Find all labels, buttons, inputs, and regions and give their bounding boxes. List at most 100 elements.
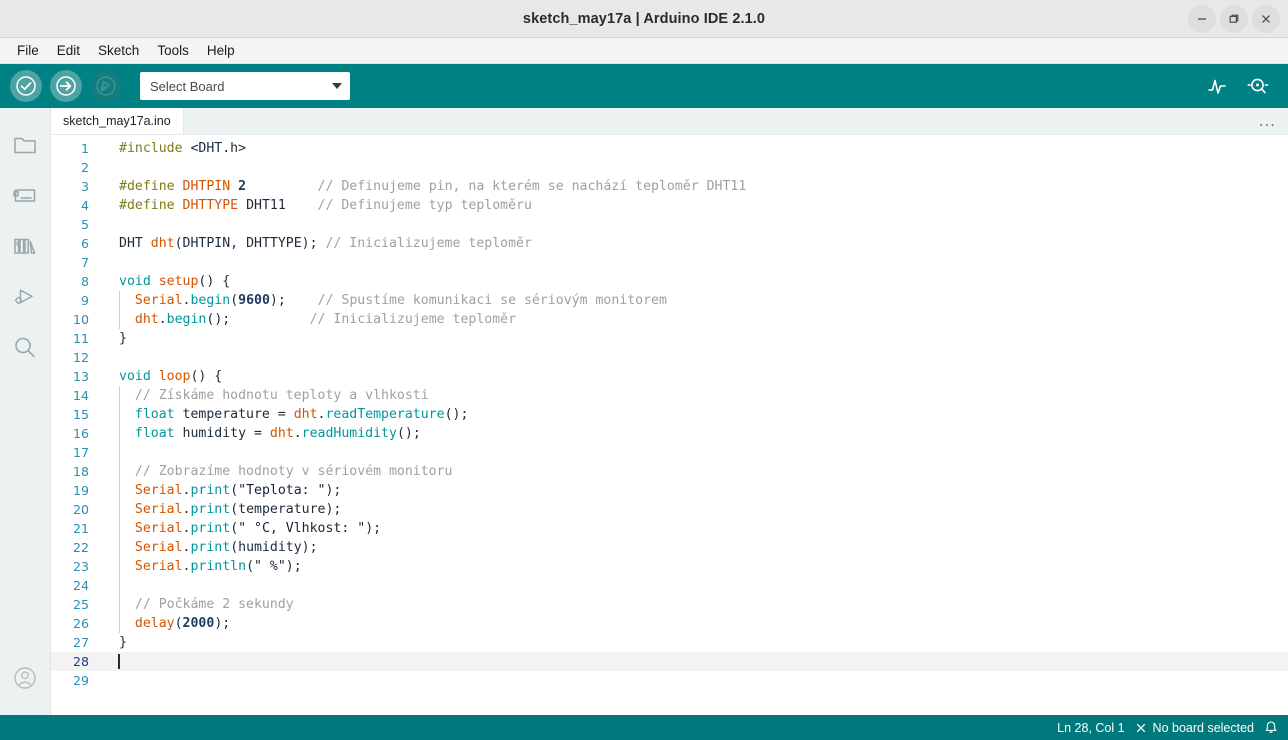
code-line[interactable]: 4 #define DHTTYPE DHT11 // Definujeme typ…: [51, 196, 1288, 215]
board-status-label: No board selected: [1152, 720, 1254, 735]
code-line-text: // Počkáme 2 sekundy: [99, 597, 1288, 612]
menu-item-tools[interactable]: Tools: [148, 40, 198, 62]
code-line[interactable]: 3 #define DHTPIN 2 // Definujeme pin, na …: [51, 177, 1288, 196]
code-line[interactable]: 10 dht.begin(); // Inicializujeme teplom…: [51, 310, 1288, 329]
code-line[interactable]: 13 void loop() {: [51, 367, 1288, 386]
code-token: temperature: [238, 502, 326, 517]
editor-overflow-menu-button[interactable]: ...: [1247, 108, 1288, 134]
code-token: (: [230, 502, 239, 517]
code-line[interactable]: 18 // Zobrazíme hodnoty v sériovém monit…: [51, 462, 1288, 481]
code-token: (: [246, 559, 255, 574]
code-line[interactable]: 22 Serial.print(humidity);: [51, 538, 1288, 557]
maximize-button[interactable]: [1220, 4, 1248, 33]
sidebar-item-sketchbook[interactable]: [0, 118, 51, 169]
code-line-text: Serial.println(" %");: [99, 559, 1288, 574]
title-bar: sketch_may17a | Arduino IDE 2.1.0: [0, 0, 1288, 38]
code-token: #define: [119, 198, 175, 213]
code-token: (: [230, 521, 239, 536]
editor-tab-sketch[interactable]: sketch_may17a.ino: [51, 108, 184, 134]
code-line[interactable]: 7: [51, 253, 1288, 272]
menu-item-sketch[interactable]: Sketch: [89, 40, 148, 62]
code-line[interactable]: 1 #include <DHT.h>: [51, 139, 1288, 158]
line-number: 29: [72, 673, 89, 688]
code-token: Serial: [134, 293, 183, 308]
waveform-icon: [1208, 79, 1226, 94]
code-line[interactable]: 9 Serial.begin(9600); // Spustíme komuni…: [51, 291, 1288, 310]
board-status-indicator[interactable]: No board selected: [1135, 721, 1254, 735]
upload-button[interactable]: [50, 70, 82, 102]
code-line[interactable]: 5: [51, 215, 1288, 234]
code-token: () {: [198, 274, 231, 289]
code-token: );: [285, 559, 302, 574]
code-token: float: [134, 426, 175, 441]
line-number: 25: [72, 597, 89, 612]
sidebar-item-debug[interactable]: [0, 271, 51, 322]
code-token: );: [301, 236, 326, 251]
code-line[interactable]: 15 float temperature = dht.readTemperatu…: [51, 405, 1288, 424]
menu-item-edit[interactable]: Edit: [48, 40, 89, 62]
code-token: // Inicializujeme teploměr: [309, 312, 517, 327]
code-line-text: void setup() {: [99, 274, 1288, 289]
notifications-button[interactable]: [1264, 720, 1278, 735]
code-editor[interactable]: 1 #include <DHT.h> 2 3 #define DHTPIN 2 // D…: [51, 135, 1288, 715]
text-cursor: [118, 653, 120, 669]
board-selector[interactable]: Select Board: [140, 72, 350, 100]
code-line[interactable]: 26 delay(2000);: [51, 614, 1288, 633]
line-number: 12: [72, 350, 89, 365]
code-line[interactable]: 12: [51, 348, 1288, 367]
code-line[interactable]: 8 void setup() {: [51, 272, 1288, 291]
close-icon: [1262, 14, 1270, 23]
arrow-right-icon: [56, 76, 76, 96]
verify-button[interactable]: [10, 70, 42, 102]
code-line[interactable]: 14 // Získáme hodnotu teploty a vlhkosti: [51, 386, 1288, 405]
code-line[interactable]: 2: [51, 158, 1288, 177]
minimize-button[interactable]: [1188, 4, 1216, 33]
close-button[interactable]: [1252, 4, 1280, 33]
code-line[interactable]: 25 // Počkáme 2 sekundy: [51, 595, 1288, 614]
code-line[interactable]: 23 Serial.println(" %");: [51, 557, 1288, 576]
editor-tab-label: sketch_may17a.ino: [63, 114, 171, 128]
code-line[interactable]: 16 float humidity = dht.readHumidity();: [51, 424, 1288, 443]
code-line[interactable]: 20 Serial.print(temperature);: [51, 500, 1288, 519]
menu-bar: File Edit Sketch Tools Help: [0, 38, 1288, 64]
code-line[interactable]: 27}: [51, 633, 1288, 652]
code-line[interactable]: 17: [51, 443, 1288, 462]
line-number: 5: [80, 217, 89, 232]
window-controls: [1188, 4, 1288, 33]
sidebar-item-library-manager[interactable]: [0, 220, 51, 271]
line-number: 13: [72, 369, 89, 384]
code-token: dht: [134, 312, 159, 327]
code-token: <DHT.h>: [190, 141, 247, 156]
serial-plotter-button[interactable]: [1206, 75, 1228, 97]
menu-item-file[interactable]: File: [8, 40, 48, 62]
sidebar-item-boards-manager[interactable]: [0, 169, 51, 220]
code-line-text: #define DHTPIN 2 // Definujeme pin, na k…: [99, 179, 1288, 194]
code-line[interactable]: 29: [51, 671, 1288, 690]
editor-column: sketch_may17a.ino ... 1 #include <DHT.h> 2…: [51, 108, 1288, 715]
code-line[interactable]: 19 Serial.print("Teplota: ");: [51, 481, 1288, 500]
sidebar-item-search[interactable]: [0, 322, 51, 373]
line-number: 6: [80, 236, 89, 251]
code-token: );: [214, 616, 231, 631]
debug-button[interactable]: [90, 70, 122, 102]
code-line[interactable]: 21 Serial.print(" °C, Vlhkost: ");: [51, 519, 1288, 538]
code-token: (: [230, 483, 239, 498]
code-line[interactable]: 11}: [51, 329, 1288, 348]
window-title: sketch_may17a | Arduino IDE 2.1.0: [522, 10, 766, 27]
code-token: // Zobrazíme hodnoty v sériovém monitoru: [134, 464, 453, 479]
code-token: "Teplota: ": [238, 483, 326, 498]
code-line[interactable]: 6 DHT dht(DHTPIN, DHTTYPE); // Inicializu…: [51, 234, 1288, 253]
toolbar-right-actions: [1206, 75, 1278, 97]
serial-monitor-button[interactable]: [1246, 75, 1270, 97]
menu-item-help[interactable]: Help: [198, 40, 244, 62]
line-number: 10: [72, 312, 89, 327]
code-line[interactable]: 24: [51, 576, 1288, 595]
code-line[interactable]: 28: [51, 652, 1288, 671]
account-button[interactable]: [0, 652, 51, 703]
code-line-text: Serial.print("Teplota: ");: [99, 483, 1288, 498]
